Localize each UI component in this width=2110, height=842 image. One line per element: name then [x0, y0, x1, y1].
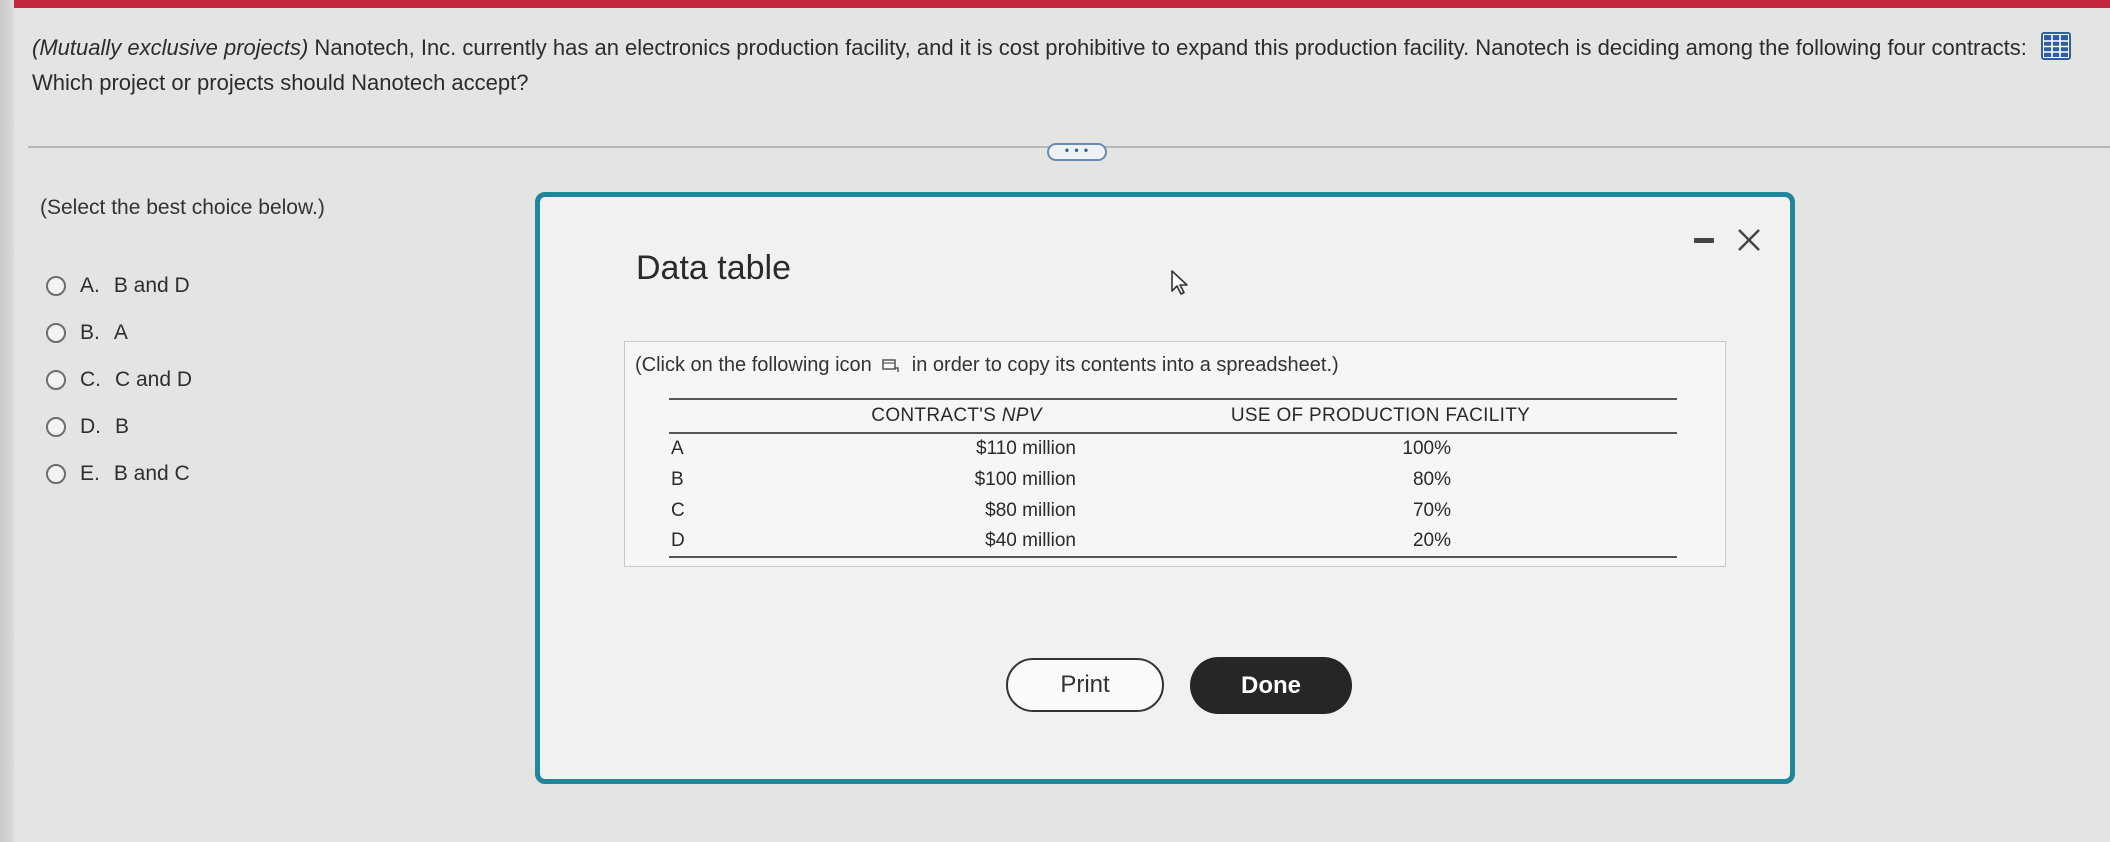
mouse-cursor-icon	[1171, 270, 1188, 295]
row-label: B	[671, 468, 684, 490]
top-accent-strip	[0, 0, 2110, 8]
header-use: USE OF PRODUCTION FACILITY	[1230, 405, 1531, 426]
option-text: B and D	[113, 273, 190, 297]
window-controls	[1694, 227, 1762, 253]
option-letter: B.	[80, 320, 100, 344]
header-label	[669, 399, 829, 433]
copy-to-spreadsheet-icon[interactable]	[882, 358, 900, 374]
question-prefix: (Mutually exclusive projects)	[32, 35, 309, 60]
option-b[interactable]: B. A	[46, 309, 192, 356]
option-text: B	[115, 414, 130, 438]
option-letter: A.	[80, 273, 100, 297]
radio-button[interactable]	[46, 275, 66, 296]
option-text: A	[113, 320, 128, 344]
row-use: 20%	[1412, 530, 1451, 551]
question-body: Nanotech, Inc. currently has an electron…	[308, 35, 2027, 60]
table-header-row: CONTRACT'S NPV USE OF PRODUCTION FACILIT…	[669, 399, 1677, 433]
option-letter: D.	[80, 414, 101, 438]
radio-button[interactable]	[46, 322, 66, 343]
option-e[interactable]: E. B and C	[46, 450, 192, 497]
row-npv: $110 million	[976, 438, 1076, 459]
answer-options: A. B and D B. A C. C and D D. B E. B and…	[46, 262, 192, 497]
close-icon[interactable]	[1736, 227, 1762, 253]
option-letter: C.	[80, 367, 101, 391]
table-row: C $80 million 70%	[669, 495, 1677, 526]
row-npv: $100 million	[974, 468, 1076, 490]
table-row: A $110 million 100%	[669, 433, 1677, 464]
row-use: 70%	[1412, 499, 1451, 521]
option-text: B and C	[113, 461, 190, 485]
row-npv: $80 million	[985, 499, 1076, 521]
minimize-icon[interactable]	[1694, 237, 1714, 243]
table-grid-icon[interactable]	[2040, 32, 2071, 61]
done-button[interactable]: Done	[1190, 657, 1352, 714]
question-text: (Mutually exclusive projects) Nanotech, …	[32, 30, 2072, 100]
data-table-dialog: Data table (Click on the following icon …	[535, 192, 1795, 784]
copy-note-before: (Click on the following icon	[635, 354, 872, 376]
print-button[interactable]: Print	[1006, 658, 1164, 712]
radio-button[interactable]	[46, 416, 66, 437]
contracts-table: CONTRACT'S NPV USE OF PRODUCTION FACILIT…	[669, 398, 1677, 558]
option-letter: E.	[80, 461, 100, 485]
option-a[interactable]: A. B and D	[46, 262, 192, 309]
header-npv: CONTRACT'S NPV	[871, 405, 1042, 426]
option-d[interactable]: D. B	[46, 403, 192, 450]
expand-more-button[interactable]: • • •	[1047, 143, 1107, 161]
row-use: 80%	[1412, 468, 1451, 490]
radio-button[interactable]	[46, 463, 66, 484]
row-use: 100%	[1402, 438, 1451, 459]
copy-instruction: (Click on the following icon in order to…	[635, 354, 1339, 377]
option-text: C and D	[115, 367, 193, 391]
row-label: C	[671, 499, 685, 521]
row-label: D	[671, 530, 685, 551]
data-table-panel: (Click on the following icon in order to…	[624, 341, 1726, 567]
table-row: D $40 million 20%	[669, 526, 1677, 557]
left-edge-shadow	[0, 0, 14, 842]
radio-button[interactable]	[46, 369, 66, 390]
copy-note-after: in order to copy its contents into a spr…	[911, 354, 1339, 376]
row-label: A	[671, 438, 684, 459]
instruction-text: (Select the best choice below.)	[40, 196, 325, 219]
question-line2: Which project or projects should Nanotec…	[32, 70, 529, 95]
row-npv: $40 million	[985, 530, 1076, 551]
dialog-title: Data table	[636, 249, 791, 287]
option-c[interactable]: C. C and D	[46, 356, 192, 403]
table-row: B $100 million 80%	[669, 464, 1677, 495]
